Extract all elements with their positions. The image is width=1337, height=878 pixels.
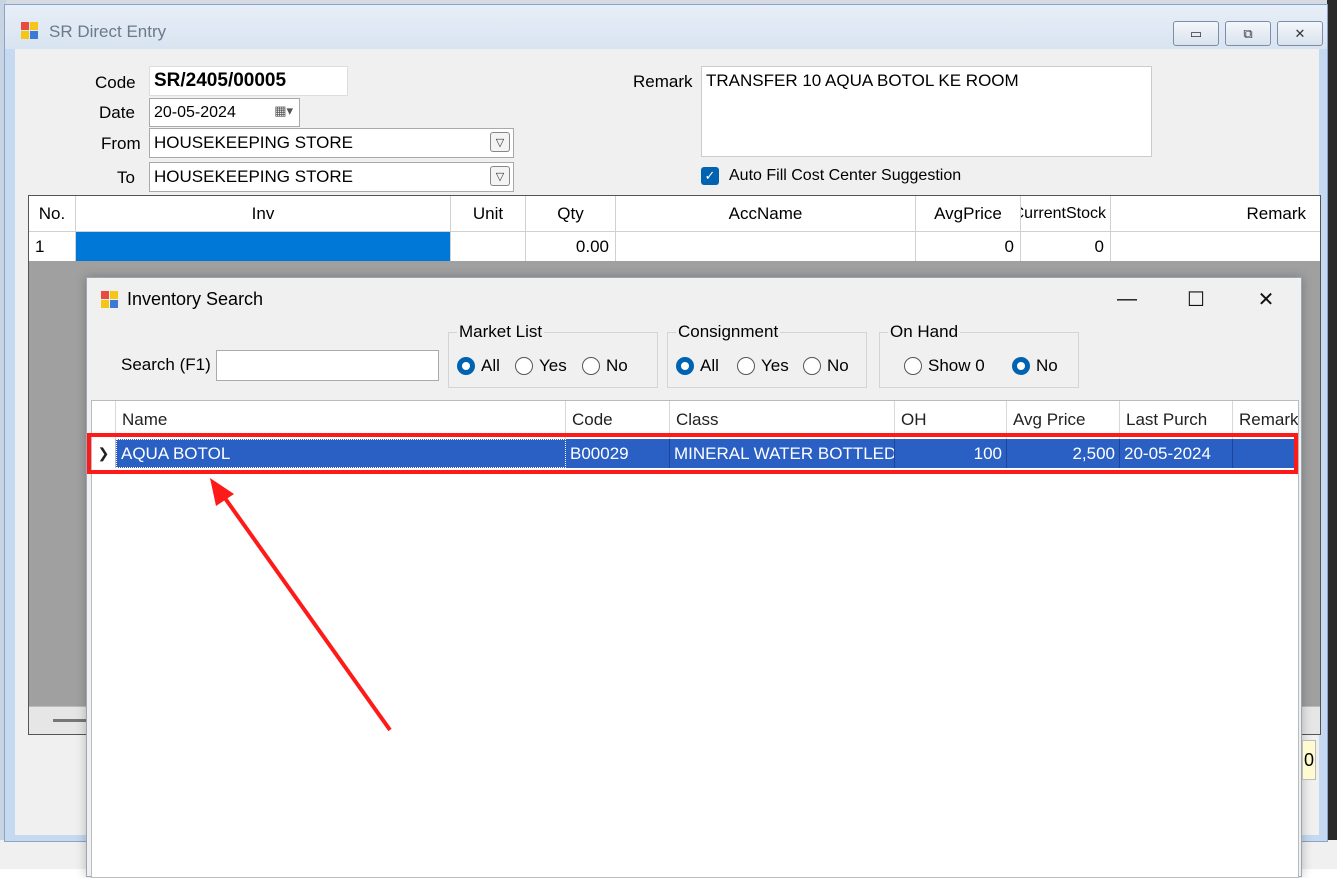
annotation-arrow-icon [210,478,392,732]
